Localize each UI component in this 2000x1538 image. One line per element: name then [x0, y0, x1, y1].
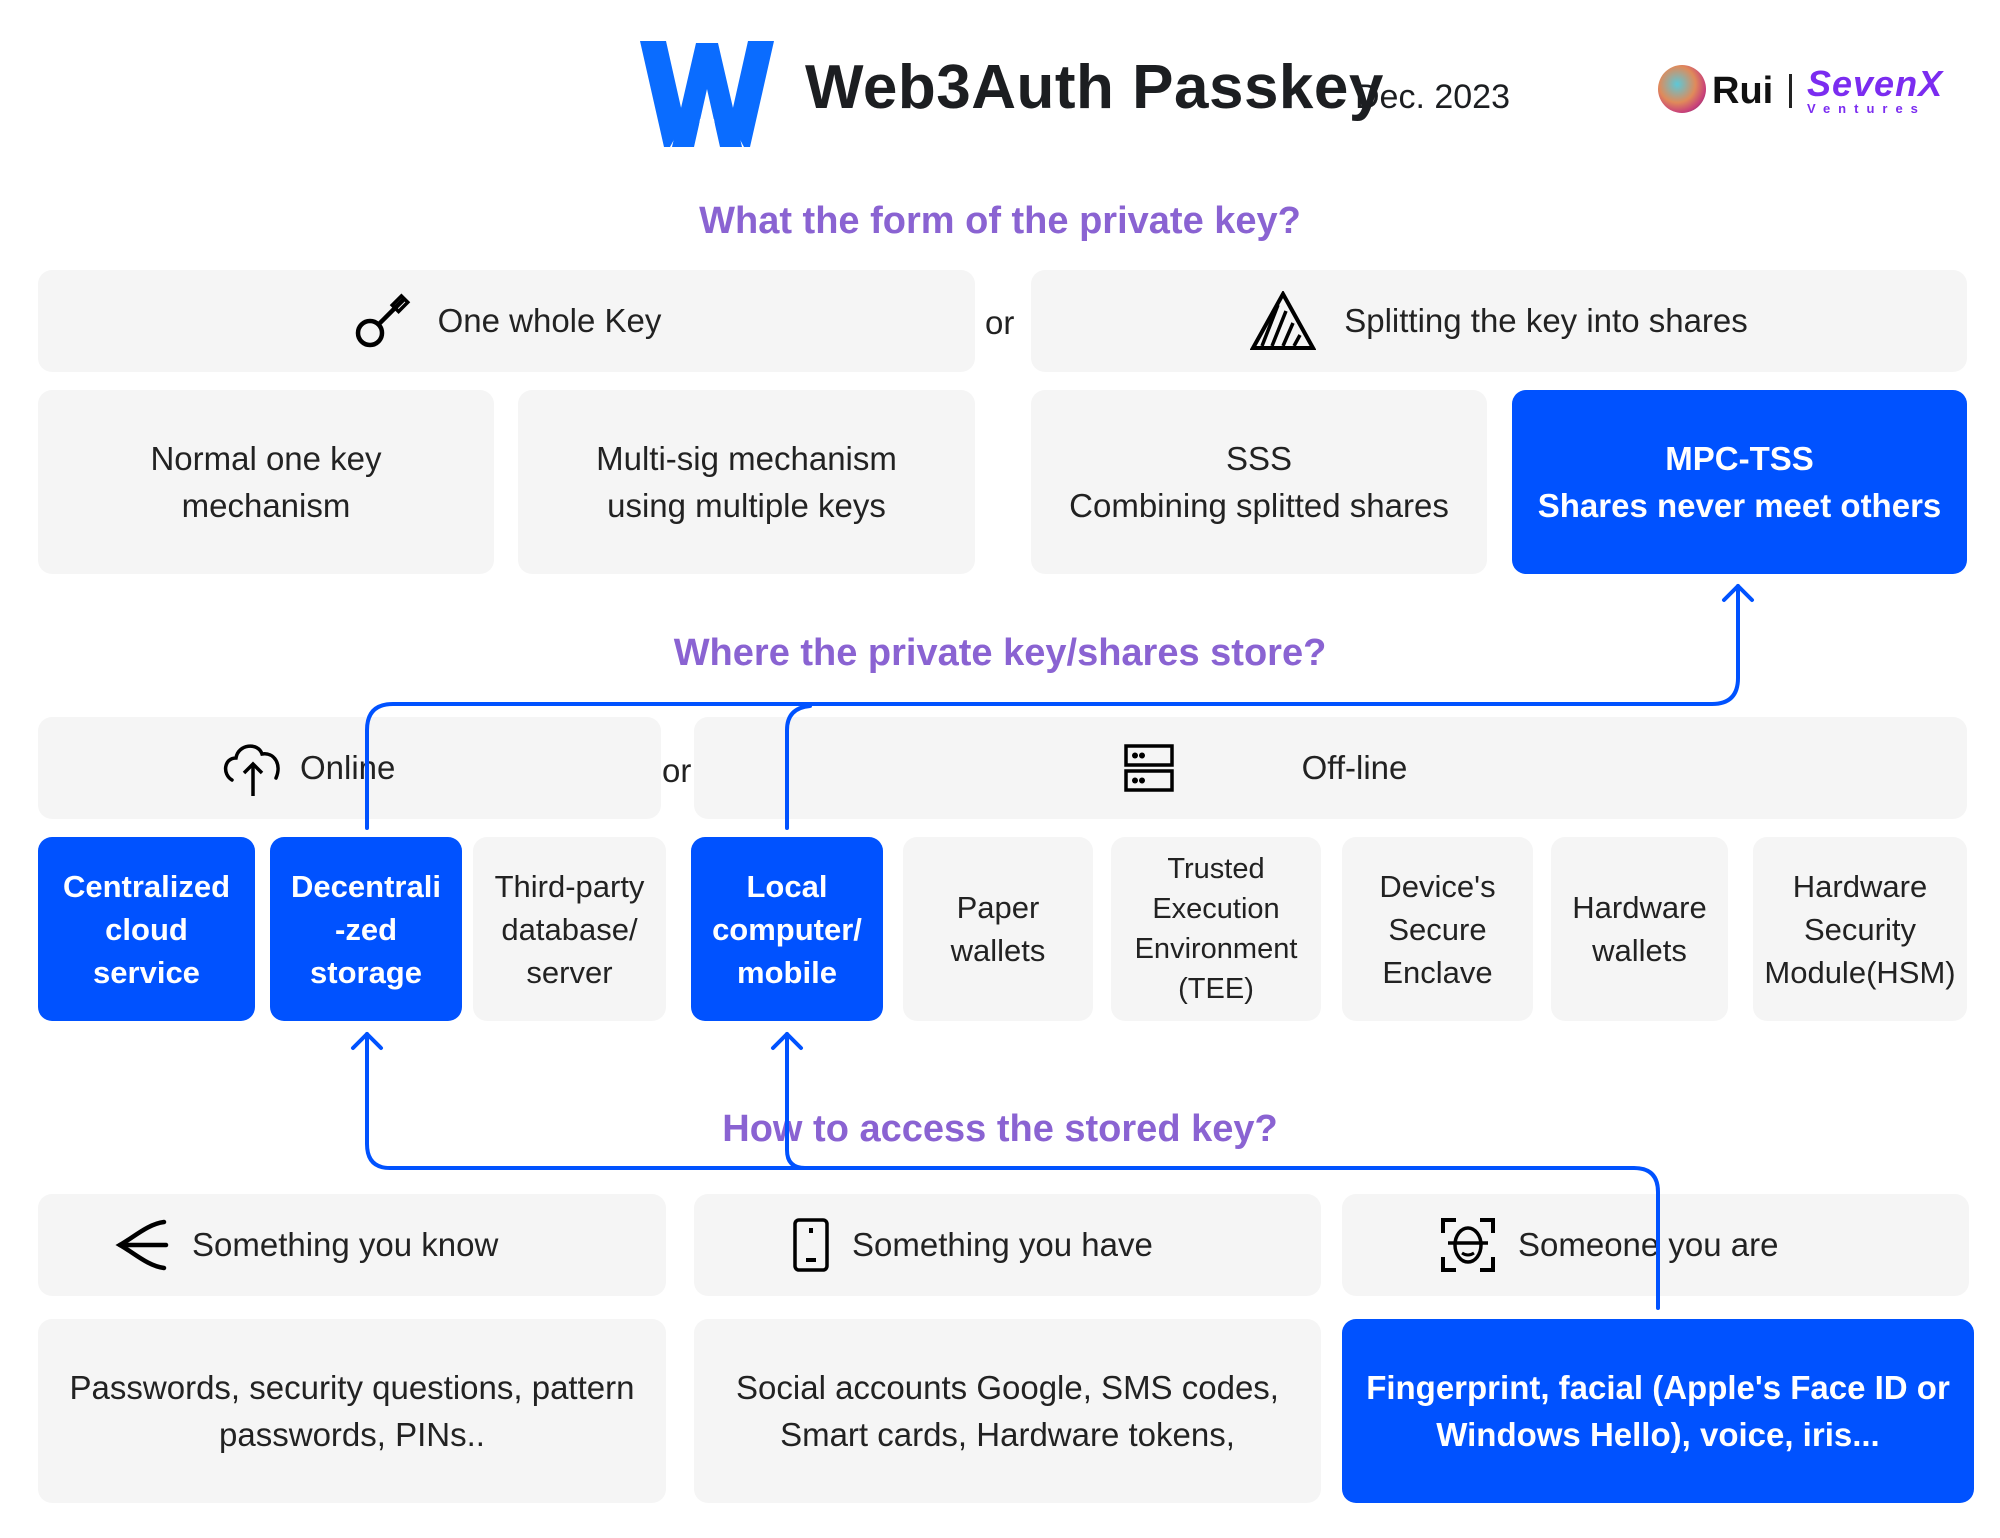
option-line: server — [526, 954, 613, 990]
option-line: Enclave — [1382, 954, 1493, 990]
striped-triangle-icon — [1250, 291, 1317, 350]
access-something-you-have: Social accounts Google, SMS codes, Smart … — [694, 1319, 1321, 1503]
storage-hardware-wallets: Hardware wallets — [1551, 837, 1728, 1021]
question-key-storage: Where the private key/shares store? — [673, 632, 1327, 674]
option-line: Social accounts Google, SMS codes, — [736, 1369, 1279, 1406]
server-icon — [1123, 744, 1174, 792]
option-line: Centralized — [62, 868, 231, 904]
option-line: Fingerprint, facial (Apple's Face ID or — [1366, 1369, 1950, 1406]
header-label: Splitting the key into shares — [1344, 302, 1748, 339]
option-mpc-tss: MPC-TSS Shares never meet others — [1512, 390, 1967, 574]
option-line: Module(HSM) — [1764, 954, 1956, 990]
option-line: mobile — [737, 954, 837, 990]
avatar — [1658, 65, 1706, 113]
option-line: Execution — [1152, 893, 1280, 925]
option-line: Decentrali — [291, 868, 441, 904]
header-label: Something you know — [192, 1226, 499, 1263]
brand-logo: SevenX Ventures — [1807, 66, 1943, 116]
or-separator: or — [662, 752, 692, 789]
option-line: Passwords, security questions, pattern — [69, 1369, 635, 1406]
option-line: (TEE) — [1178, 973, 1254, 1005]
access-someone-you-are: Fingerprint, facial (Apple's Face ID or W… — [1342, 1319, 1974, 1503]
storage-third-party: Third-party database/server — [473, 837, 666, 1021]
option-line: Paper — [956, 890, 1040, 925]
header-label: Someone you are — [1518, 1226, 1779, 1263]
storage-secure-enclave: Device's Secure Enclave — [1342, 837, 1533, 1021]
access-something-you-know: Passwords, security questions, pattern pa… — [38, 1319, 666, 1503]
face-scan-icon — [1441, 1218, 1495, 1272]
header-label: Online — [300, 749, 396, 786]
arrowhead-local — [771, 1032, 803, 1050]
header-splitting-key: Splitting the key into shares — [1031, 270, 1967, 372]
header-offline: Off-line — [694, 717, 1967, 819]
option-line: Third-party — [494, 868, 645, 904]
storage-decentralized: Decentrali -zed storage — [270, 837, 462, 1021]
header-online: Online — [38, 717, 661, 819]
option-line: MPC-TSS — [1665, 440, 1814, 477]
or-separator: or — [985, 304, 1015, 341]
option-line: Local — [746, 868, 828, 904]
option-line: -zed — [335, 911, 397, 947]
option-line: Secure — [1388, 911, 1487, 947]
option-normal-one-key: Normal one key mechanism — [38, 390, 494, 574]
question-key-form: What the form of the private key? — [699, 200, 1301, 242]
option-line: mechanism — [181, 487, 351, 524]
storage-paper-wallets: Paper wallets — [903, 837, 1093, 1021]
option-line: storage — [310, 954, 422, 990]
option-line: service — [93, 954, 200, 990]
header-someone-you-are: Someone you are — [1342, 1194, 1969, 1296]
author-name: Rui — [1712, 70, 1774, 112]
option-line: Normal one key — [150, 440, 382, 477]
question-key-access: How to access the stored key? — [722, 1108, 1278, 1150]
option-line: database/ — [501, 911, 638, 947]
phone-icon — [793, 1218, 829, 1272]
option-line: Environment — [1134, 933, 1298, 965]
option-line: Trusted — [1167, 853, 1265, 885]
header-something-you-have: Something you have — [694, 1194, 1321, 1296]
header-one-whole-key: One whole Key — [38, 270, 975, 372]
option-sss: SSS Combining splitted shares — [1031, 390, 1487, 574]
option-line: using multiple keys — [607, 487, 886, 524]
key-icon — [355, 293, 410, 348]
storage-hsm: Hardware Security Module(HSM) — [1753, 837, 1967, 1021]
option-line: passwords, PINs.. — [219, 1416, 485, 1453]
option-line: Security — [1804, 911, 1916, 947]
arrowhead-decentralized — [351, 1032, 383, 1050]
option-line: Device's — [1379, 868, 1496, 904]
header-label: Off-line — [1301, 749, 1408, 786]
option-line: SSS — [1225, 440, 1293, 477]
header-label: One whole Key — [437, 302, 662, 339]
option-line: cloud — [105, 911, 188, 947]
header-something-you-know: Something you know — [38, 1194, 666, 1296]
less-than-branch-icon — [115, 1219, 169, 1271]
option-line: computer/ — [712, 911, 862, 947]
header-label: Something you have — [852, 1226, 1153, 1263]
option-line: Windows Hello), voice, iris... — [1436, 1416, 1880, 1453]
arrowhead-mpc — [1722, 584, 1754, 602]
web3auth-logo-icon — [640, 41, 774, 147]
option-line: Combining splitted shares — [1069, 487, 1449, 524]
option-line: Smart cards, Hardware tokens, — [780, 1416, 1235, 1453]
storage-tee: Trusted Execution Environment (TEE) — [1111, 837, 1321, 1021]
option-multi-sig: Multi-sig mechanism using multiple keys — [518, 390, 975, 574]
option-line: Multi-sig mechanism — [596, 440, 897, 477]
option-line: wallets — [950, 933, 1046, 968]
page-title: Web3Auth Passkey — [805, 53, 1384, 122]
option-line: Hardware — [1792, 868, 1928, 904]
cloud-upload-icon — [223, 744, 280, 796]
option-line: Hardware — [1572, 890, 1707, 925]
brand-name: SevenX — [1807, 63, 1944, 104]
brand-subtitle: Ventures — [1807, 101, 1926, 116]
storage-local-computer: Local computer/mobile — [691, 837, 883, 1021]
header-divider — [1789, 74, 1792, 108]
storage-centralized-cloud: Centralized cloud service — [38, 837, 255, 1021]
date-label: Dec. 2023 — [1355, 78, 1510, 116]
option-line: Shares never meet others — [1537, 487, 1942, 524]
option-line: wallets — [1592, 933, 1687, 968]
